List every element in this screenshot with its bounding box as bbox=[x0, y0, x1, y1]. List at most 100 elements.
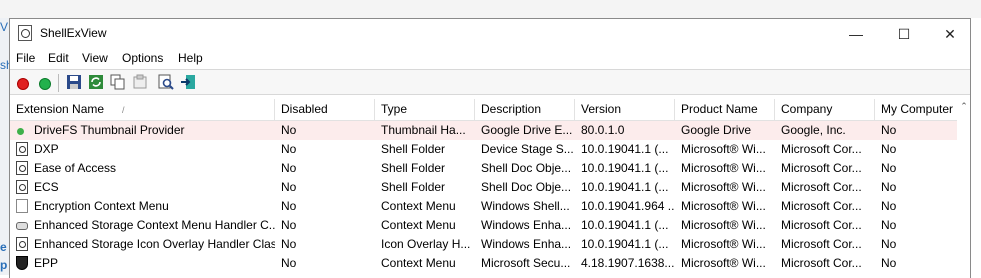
enable-green-icon[interactable] bbox=[39, 78, 51, 90]
green-dot-icon bbox=[17, 128, 24, 135]
cell-product-name: Microsoft® Wi... bbox=[681, 142, 766, 156]
cell-product-name: Microsoft® Wi... bbox=[681, 180, 766, 194]
table-row[interactable]: ECS No Shell Folder Shell Doc Obje... 10.0.1… bbox=[10, 178, 957, 197]
cell-description: Shell Doc Obje... bbox=[481, 161, 572, 175]
column-header-type[interactable]: Type bbox=[375, 99, 475, 120]
title-bar[interactable]: ShellExView — ☐ ✕ bbox=[10, 19, 970, 49]
cell-company: Microsoft Cor... bbox=[781, 256, 862, 270]
cell-version: 10.0.19041.1 (... bbox=[581, 161, 669, 175]
cell-disabled: No bbox=[281, 180, 297, 194]
cell-product-name: Microsoft® Wi... bbox=[681, 199, 766, 213]
cell-description: Device Stage S... bbox=[481, 142, 574, 156]
cell-type: Icon Overlay H... bbox=[381, 237, 471, 251]
exit-icon[interactable] bbox=[180, 74, 196, 90]
disable-red-icon[interactable] bbox=[17, 78, 29, 90]
cell-product-name: Microsoft® Wi... bbox=[681, 237, 766, 251]
column-header-company[interactable]: Company bbox=[775, 99, 875, 120]
cell-product-name: Microsoft® Wi... bbox=[681, 161, 766, 175]
blank-document-icon bbox=[16, 199, 28, 213]
cell-extension-name: DXP bbox=[10, 140, 275, 159]
cell-product-name: Google Drive bbox=[681, 123, 752, 137]
extension-name-text: Encryption Context Menu bbox=[34, 199, 169, 213]
cell-disabled: No bbox=[281, 256, 297, 270]
background-char: e bbox=[0, 240, 7, 254]
table-row[interactable]: Enhanced Storage Icon Overlay Handler Cl… bbox=[10, 235, 957, 254]
cell-company: Microsoft Cor... bbox=[781, 161, 862, 175]
menu-options[interactable]: Options bbox=[122, 51, 163, 65]
document-icon bbox=[16, 180, 28, 194]
column-header-disabled[interactable]: Disabled bbox=[275, 99, 375, 120]
cell-version: 80.0.1.0 bbox=[581, 123, 625, 137]
cell-version: 10.0.19041.1 (... bbox=[581, 142, 669, 156]
app-icon bbox=[18, 25, 32, 41]
cell-disabled: No bbox=[281, 161, 297, 175]
cell-company: Microsoft Cor... bbox=[781, 180, 862, 194]
cell-my-computer: No bbox=[881, 142, 897, 156]
document-icon bbox=[16, 161, 28, 175]
find-icon[interactable] bbox=[158, 74, 174, 90]
cell-version: 4.18.1907.1638... bbox=[581, 256, 675, 270]
cell-my-computer: No bbox=[881, 256, 897, 270]
cell-my-computer: No bbox=[881, 180, 897, 194]
cell-extension-name: DriveFS Thumbnail Provider bbox=[10, 121, 275, 140]
cell-description: Windows Shell... bbox=[481, 199, 570, 213]
cell-product-name: Microsoft® Wi... bbox=[681, 256, 766, 270]
properties-icon[interactable] bbox=[132, 74, 148, 90]
cell-type: Context Menu bbox=[381, 218, 456, 232]
document-icon bbox=[16, 237, 28, 251]
extension-name-text: Enhanced Storage Context Menu Handler C.… bbox=[34, 218, 275, 232]
cell-type: Context Menu bbox=[381, 199, 456, 213]
menu-edit[interactable]: Edit bbox=[48, 51, 69, 65]
cell-disabled: No bbox=[281, 218, 297, 232]
cell-version: 10.0.19041.1 (... bbox=[581, 237, 669, 251]
scrollbar-up-arrow[interactable]: ⌃ bbox=[958, 101, 970, 115]
cell-description: Windows Enha... bbox=[481, 218, 572, 232]
toolbar bbox=[10, 69, 970, 95]
cell-my-computer: No bbox=[881, 123, 897, 137]
cell-extension-name: Encryption Context Menu bbox=[10, 197, 275, 216]
save-icon[interactable] bbox=[66, 74, 82, 90]
table-row[interactable]: EPP No Context Menu Microsoft Secu... 4.18.1… bbox=[10, 254, 957, 273]
refresh-icon[interactable] bbox=[88, 74, 104, 90]
cell-description: Windows Enha... bbox=[481, 237, 572, 251]
maximize-button[interactable]: ☐ bbox=[881, 19, 927, 49]
cell-company: Microsoft Cor... bbox=[781, 218, 862, 232]
cell-extension-name: Ease of Access bbox=[10, 159, 275, 178]
window-title: ShellExView bbox=[40, 26, 107, 40]
cell-disabled: No bbox=[281, 237, 297, 251]
menu-help[interactable]: Help bbox=[178, 51, 203, 65]
background-char: V bbox=[0, 20, 9, 34]
extension-name-text: EPP bbox=[34, 256, 59, 270]
cell-company: Google, Inc. bbox=[781, 123, 846, 137]
menu-file[interactable]: File bbox=[16, 51, 35, 65]
cell-version: 10.0.19041.1 (... bbox=[581, 180, 669, 194]
table-row[interactable]: Encryption Context Menu No Context Menu Win… bbox=[10, 197, 957, 216]
column-header-version[interactable]: Version bbox=[575, 99, 675, 120]
table-row[interactable]: Ease of Access No Shell Folder Shell Doc Ob… bbox=[10, 159, 957, 178]
column-header-my-computer[interactable]: My Computer bbox=[875, 99, 957, 120]
cell-description: Google Drive E... bbox=[481, 123, 573, 137]
column-header-extension-name[interactable]: Extension Name / bbox=[10, 99, 275, 120]
table-row[interactable]: DriveFS Thumbnail Provider No Thumbnail Ha… bbox=[10, 121, 957, 140]
cell-disabled: No bbox=[281, 142, 297, 156]
extension-name-text: Enhanced Storage Icon Overlay Handler Cl… bbox=[34, 237, 275, 251]
cell-disabled: No bbox=[281, 199, 297, 213]
cell-company: Microsoft Cor... bbox=[781, 199, 862, 213]
cell-extension-name: Enhanced Storage Icon Overlay Handler Cl… bbox=[10, 235, 275, 254]
cell-extension-name: Enhanced Storage Context Menu Handler C.… bbox=[10, 216, 275, 235]
background-char: p bbox=[0, 258, 8, 272]
table-row[interactable]: Enhanced Storage Context Menu Handler C.… bbox=[10, 216, 957, 235]
column-header-product-name[interactable]: Product Name bbox=[675, 99, 775, 120]
column-header-description[interactable]: Description bbox=[475, 99, 575, 120]
minimize-button[interactable]: — bbox=[833, 19, 879, 49]
menu-view[interactable]: View bbox=[82, 51, 108, 65]
column-header-label: Extension Name bbox=[16, 102, 105, 116]
app-window: ShellExView — ☐ ✕ File Edit View Options… bbox=[9, 18, 971, 278]
cell-type: Shell Folder bbox=[381, 142, 446, 156]
table-row[interactable]: DXP No Shell Folder Device Stage S... 10.0.1… bbox=[10, 140, 957, 159]
copy-icon[interactable] bbox=[110, 74, 126, 90]
drive-icon bbox=[16, 222, 28, 230]
close-button[interactable]: ✕ bbox=[927, 19, 973, 49]
cell-disabled: No bbox=[281, 123, 297, 137]
extension-name-text: DriveFS Thumbnail Provider bbox=[34, 123, 185, 137]
